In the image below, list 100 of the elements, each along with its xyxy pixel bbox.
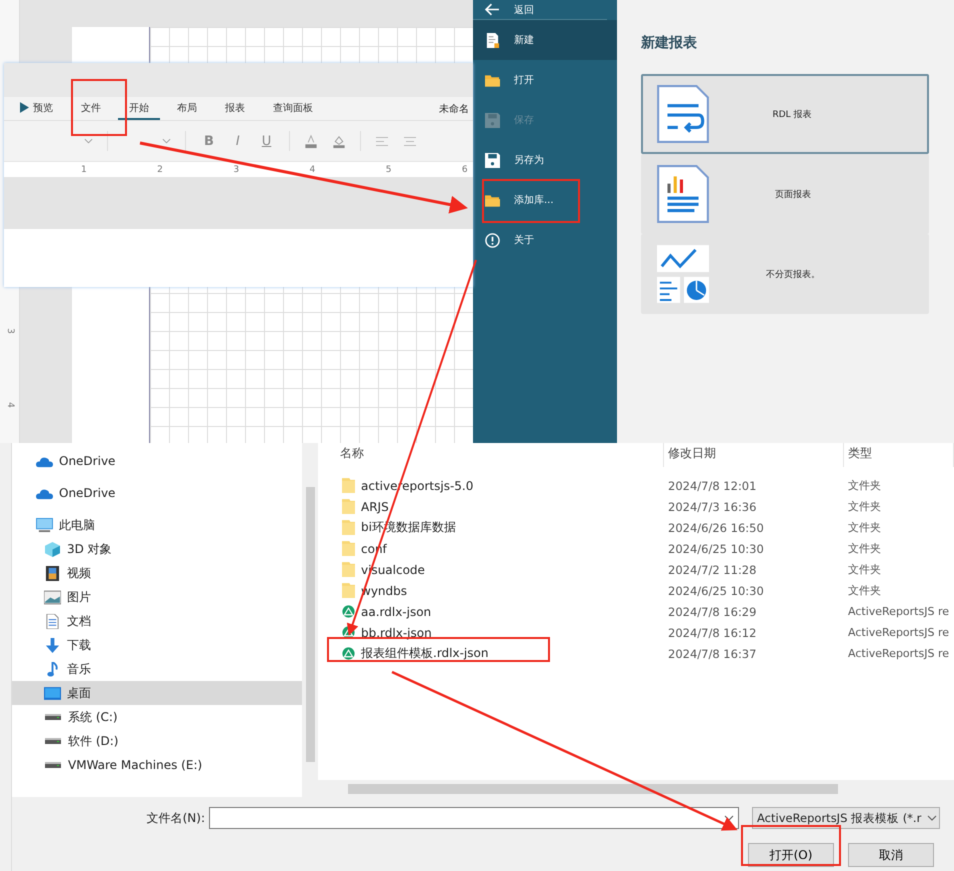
report-type-card[interactable]: 不分页报表。 (641, 234, 929, 314)
date-cell-text: 2024/7/2 11:28 (667, 562, 758, 576)
dialog-button[interactable]: 取消 (848, 843, 934, 867)
dashboard-charts-icon (657, 245, 709, 303)
nav-item[interactable]: 音乐 (12, 657, 302, 681)
ribbon-tab[interactable]: 布局 (166, 98, 208, 120)
report-type-card[interactable]: RDL 报表 (641, 74, 929, 154)
folder-icon (342, 562, 355, 577)
nav-item[interactable]: 文档 (12, 609, 302, 633)
nav-item[interactable]: 桌面 (12, 681, 302, 705)
new-document-icon (485, 32, 500, 48)
font-color-icon[interactable] (304, 134, 318, 148)
date-cell-text: 2024/6/25 10:30 (667, 542, 765, 556)
nav-item[interactable]: 软件 (D:) (12, 729, 302, 753)
type-cell-text: 文件夹 (847, 499, 882, 514)
report-chart-document-icon (657, 165, 709, 223)
file-name: aa.rdlx-json (361, 604, 432, 618)
drive-icon (45, 738, 61, 744)
file-name: ARJS (361, 500, 389, 514)
folder-icon (485, 192, 500, 208)
file-row[interactable]: bb.rdlx-json 2024/7/8 16:12 ActiveReportsJS re (318, 622, 954, 643)
type-cell-text: ActiveReportsJS re (847, 605, 950, 618)
ruler-number: 4 (310, 164, 316, 174)
preview-button[interactable]: 预览 (16, 98, 64, 120)
back-arrow-icon (485, 2, 500, 17)
folder-icon (342, 478, 355, 493)
nav-item[interactable]: OneDrive (12, 481, 302, 505)
report-file-icon (342, 625, 355, 640)
folder-icon (485, 72, 500, 88)
folder-icon (342, 520, 355, 535)
image-icon (44, 590, 61, 604)
film-icon (44, 566, 61, 580)
ruler-number: 1 (81, 164, 88, 174)
folder-icon (342, 541, 355, 556)
ribbon-tab[interactable]: 文件 (70, 98, 112, 120)
monitor-icon (36, 518, 53, 532)
column-header[interactable]: 类型 (844, 443, 954, 467)
ruler-number: 3 (4, 328, 14, 334)
file-row[interactable]: ARJS 2024/7/3 16:36 文件夹 (318, 496, 954, 517)
type-cell-text: ActiveReportsJS re (847, 626, 950, 639)
nav-item[interactable]: 视频 (12, 561, 302, 585)
ruler-number: 2 (157, 164, 164, 174)
ribbon-tab[interactable]: 报表 (214, 98, 256, 120)
column-header[interactable]: 名称 (318, 443, 664, 467)
type-cell-text: ActiveReportsJS re (847, 647, 950, 660)
column-header[interactable]: 修改日期 (664, 443, 844, 467)
menu-item[interactable]: 关于 (473, 220, 617, 260)
dropdown-caret-icon[interactable] (162, 138, 171, 144)
date-cell-text: 2024/7/3 16:36 (667, 500, 758, 514)
nav-item[interactable]: 下载 (12, 633, 302, 657)
save-icon (485, 152, 500, 168)
type-cell-text: 文件夹 (847, 562, 882, 577)
file-row[interactable]: aa.rdlx-json 2024/7/8 16:29 ActiveReportsJS re (318, 601, 954, 622)
highlight-frame (71, 79, 127, 136)
desktop-icon (44, 686, 61, 700)
file-type-dropdown[interactable]: ActiveReportsJS 报表模板 (*.r (752, 807, 940, 829)
dropdown-caret-icon (724, 815, 734, 821)
report-document-icon (657, 85, 709, 143)
date-cell-text: 2024/7/8 16:29 (667, 604, 758, 618)
dialog-button[interactable]: 打开(O) (748, 843, 834, 867)
date-cell-text: 2024/7/8 12:01 (667, 478, 758, 492)
filename-label: 文件名(N): (146, 810, 206, 826)
type-cell-text: 文件夹 (847, 478, 882, 493)
menu-item[interactable]: 另存为 (473, 140, 617, 180)
drive-icon (45, 714, 61, 720)
nav-item[interactable]: 图片 (12, 585, 302, 609)
folder-icon (342, 583, 355, 598)
date-cell-text: 2024/6/25 10:30 (667, 584, 765, 598)
report-file-icon (342, 604, 355, 619)
type-cell-text: 文件夹 (847, 520, 882, 535)
panel-title: 新建报表 (641, 34, 698, 52)
report-type-card[interactable]: 页面报表 (641, 154, 929, 234)
file-row[interactable]: 报表组件模板.rdlx-json 2024/7/8 16:37 ActiveReportsJS re (318, 643, 954, 664)
date-cell-text: 2024/7/8 16:37 (667, 646, 758, 660)
dropdown-caret-icon[interactable] (84, 138, 93, 144)
ribbon-tab[interactable]: 查询面板 (262, 98, 324, 120)
menu-item[interactable]: 打开 (473, 60, 617, 100)
fill-color-icon[interactable] (332, 134, 346, 148)
document-title: 未命名 (439, 102, 470, 116)
save-icon (485, 112, 500, 128)
nav-item[interactable]: 系统 (C:) (12, 705, 302, 729)
ruler-number: 4 (4, 402, 14, 408)
ruler-number: 3 (233, 164, 240, 174)
menu-item[interactable]: 添加库... (473, 180, 617, 220)
date-cell-text: 2024/7/8 16:12 (667, 626, 758, 640)
info-icon (485, 232, 500, 248)
type-cell-text: 文件夹 (847, 541, 882, 556)
drive-icon (45, 762, 61, 768)
nav-item[interactable]: OneDrive (12, 449, 302, 473)
menu-item[interactable]: 新建 (473, 20, 617, 60)
ruler-number: 6 (462, 164, 469, 174)
cube-icon (44, 542, 61, 556)
folder-icon (342, 499, 355, 514)
file-name: bb.rdlx-json (361, 626, 432, 640)
nav-item[interactable]: 此电脑 (12, 513, 302, 537)
download-arrow-icon (44, 638, 61, 652)
document-icon (44, 614, 61, 628)
dropdown-caret-icon (927, 815, 938, 821)
nav-item[interactable]: VMWare Machines (E:) (12, 753, 302, 777)
nav-item[interactable]: 3D 对象 (12, 537, 302, 561)
